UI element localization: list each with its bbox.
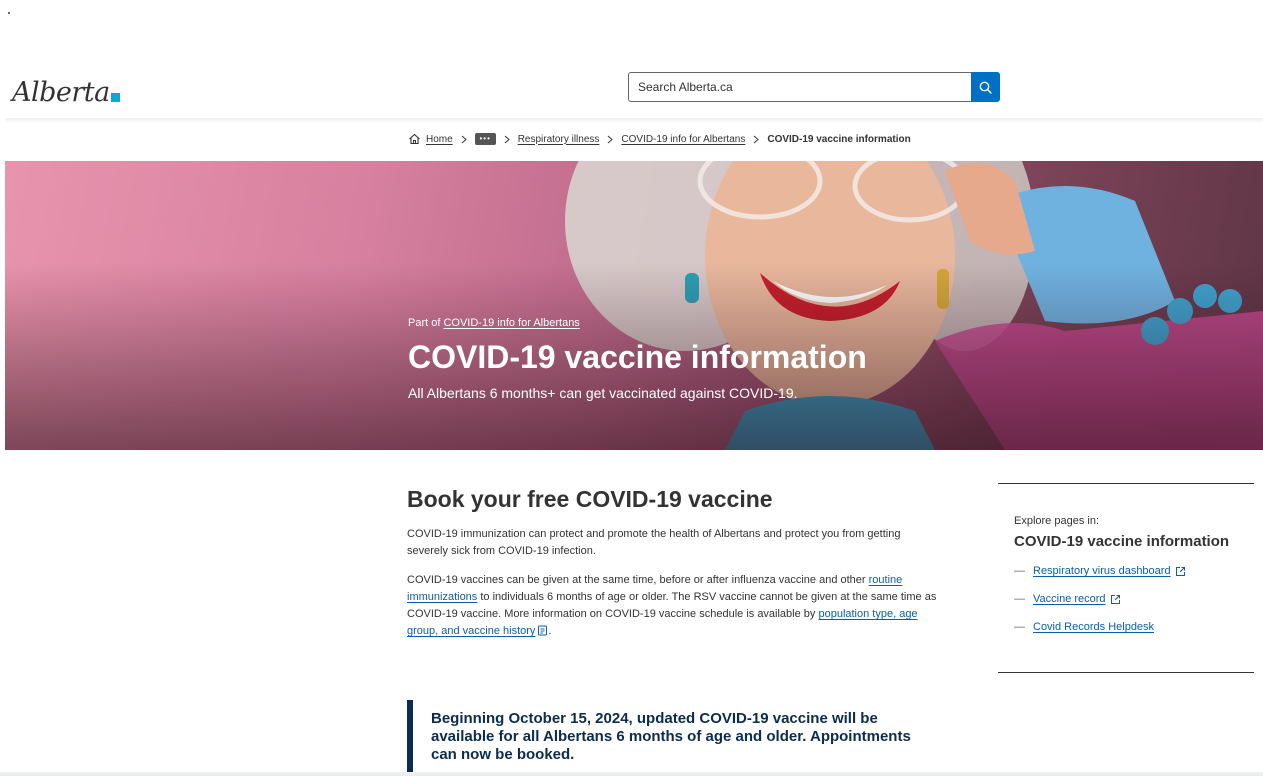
schedule-paragraph: COVID-19 vaccines can be given at the sa… [407,572,937,642]
side-navigation: Explore pages in: COVID-19 vaccine infor… [998,483,1254,673]
viewport-bottom-edge [0,772,1263,776]
intro-paragraph: COVID-19 immunization can protect and pr… [407,528,901,557]
dash-icon: — [1014,621,1025,633]
site-header: Alberta [0,60,1263,118]
list-item: — Covid Records Helpdesk [1014,620,1254,634]
home-icon [408,133,421,145]
stray-mark [8,12,10,14]
search-icon [979,81,992,94]
callout-notice: Beginning October 15, 2024, updated COVI… [407,700,937,776]
main-content: Book your free COVID-19 vaccine COVID-19… [407,484,937,642]
respiratory-dashboard-link[interactable]: Respiratory virus dashboard [1033,564,1171,578]
external-link-icon [1175,566,1186,577]
breadcrumb-ellipsis-button[interactable]: ••• [474,133,496,145]
dash-icon: — [1014,593,1025,605]
hero-part-prefix: Part of [408,317,444,329]
breadcrumb-covid-info-link[interactable]: COVID-19 info for Albertans [621,134,745,145]
breadcrumb-respiratory-link[interactable]: Respiratory illness [518,134,600,145]
hero-banner: Part of COVID-19 info for Albertans COVI… [5,161,1263,450]
breadcrumb: Home ••• Respiratory illness COVID-19 in… [408,130,911,148]
chevron-right-icon [504,135,510,144]
search-button[interactable] [971,72,1000,102]
chevron-right-icon [607,135,614,144]
callout-text: Beginning October 15, 2024, updated COVI… [431,710,911,763]
breadcrumb-home-link[interactable]: Home [426,134,453,145]
list-item: — Vaccine record [1014,592,1254,606]
section-heading: Book your free COVID-19 vaccine [407,486,773,512]
search-input[interactable] [628,72,971,102]
chevron-right-icon [461,135,467,144]
logo-square-icon [110,93,120,102]
side-nav-kicker: Explore pages in: [1014,515,1099,527]
hero-overlay [5,161,1263,450]
para-text: COVID-19 vaccines can be given at the sa… [407,574,869,586]
external-link-icon [1110,594,1121,605]
chevron-right-icon [753,135,760,144]
document-icon [537,625,548,642]
side-nav-list: — Respiratory virus dashboard — Vaccine … [1014,564,1254,634]
side-nav-title: COVID-19 vaccine information [1014,533,1230,550]
hero-subtitle: All Albertans 6 months+ can get vaccinat… [408,385,798,401]
para-text: . [548,625,552,637]
list-item: — Respiratory virus dashboard [1014,564,1254,578]
breadcrumb-current: COVID-19 vaccine information [767,133,911,145]
search-bar [628,72,1000,102]
hero-parent-line: Part of COVID-19 info for Albertans [408,315,867,331]
alberta-logo[interactable]: Alberta [12,74,120,108]
hero-content: Part of COVID-19 info for Albertans COVI… [408,315,867,403]
logo-wordmark: Alberta [12,77,110,108]
header-divider [5,118,1263,123]
page-title: COVID-19 vaccine information [408,339,867,375]
dash-icon: — [1014,565,1025,577]
hero-parent-link[interactable]: COVID-19 info for Albertans [443,317,579,329]
vaccine-record-link[interactable]: Vaccine record [1033,592,1106,606]
covid-records-helpdesk-link[interactable]: Covid Records Helpdesk [1033,620,1154,634]
